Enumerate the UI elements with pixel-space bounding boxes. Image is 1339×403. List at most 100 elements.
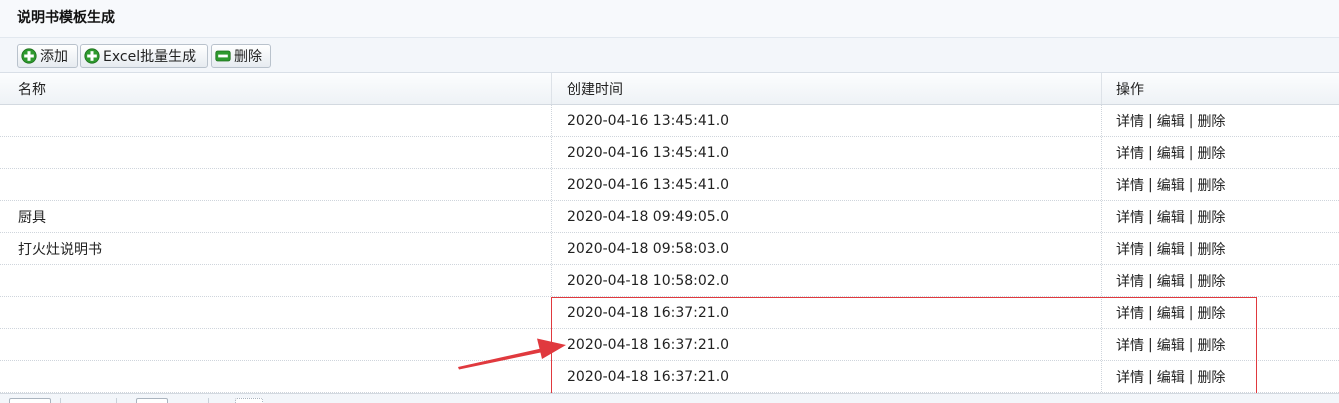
plus-icon xyxy=(84,48,100,64)
cell-actions: 详情 | 编辑 | 删除 xyxy=(1101,137,1339,168)
delete-link[interactable]: 删除 xyxy=(1197,207,1225,227)
action-separator: | xyxy=(1148,304,1153,321)
page-number-input[interactable] xyxy=(136,398,168,403)
cell-created-time: 2020-04-18 16:37:21.0 xyxy=(551,329,1101,360)
edit-link[interactable]: 编辑 xyxy=(1157,239,1185,259)
delete-button-label: 删除 xyxy=(234,49,262,65)
cell-actions: 详情 | 编辑 | 删除 xyxy=(1101,297,1339,328)
column-header-name[interactable]: 名称 xyxy=(0,73,551,104)
table-row[interactable]: 厨具 2020-04-18 09:49:05.0 详情 | 编辑 | 删除 xyxy=(0,201,1339,233)
action-separator: | xyxy=(1148,336,1153,353)
detail-link[interactable]: 详情 xyxy=(1116,367,1144,387)
action-separator: | xyxy=(1188,176,1194,193)
table-row[interactable]: 2020-04-18 16:37:21.0 详情 | 编辑 | 删除 xyxy=(0,361,1339,393)
cell-actions: 详情 | 编辑 | 删除 xyxy=(1101,169,1339,200)
table-header: 名称 创建时间 操作 xyxy=(0,73,1339,105)
cell-name: 厨具 xyxy=(18,209,46,226)
cell-name xyxy=(0,105,551,136)
action-separator: | xyxy=(1188,240,1194,257)
edit-link[interactable]: 编辑 xyxy=(1157,111,1185,131)
detail-link[interactable]: 详情 xyxy=(1116,143,1144,163)
cell-actions: 详情 | 编辑 | 删除 xyxy=(1101,201,1339,232)
delete-link[interactable]: 删除 xyxy=(1197,111,1225,131)
delete-link[interactable]: 删除 xyxy=(1197,175,1225,195)
cell-actions: 详情 | 编辑 | 删除 xyxy=(1101,329,1339,360)
page-title: 说明书模板生成 xyxy=(17,10,115,26)
cell-name xyxy=(0,329,551,360)
cell-name xyxy=(0,137,551,168)
delete-link[interactable]: 删除 xyxy=(1197,239,1225,259)
excel-batch-button-label: Excel批量生成 xyxy=(103,49,197,65)
detail-link[interactable]: 详情 xyxy=(1116,239,1144,259)
data-table: 名称 创建时间 操作 2020-04-16 13:45:41.0 详情 | 编辑 | 删除… xyxy=(0,73,1339,393)
cell-created-time: 2020-04-18 16:37:21.0 xyxy=(551,361,1101,392)
column-header-actions: 操作 xyxy=(1101,73,1339,104)
edit-link[interactable]: 编辑 xyxy=(1157,367,1185,387)
cell-actions: 详情 | 编辑 | 删除 xyxy=(1101,265,1339,296)
detail-link[interactable]: 详情 xyxy=(1116,303,1144,323)
title-bar: 说明书模板生成 xyxy=(0,0,1339,38)
detail-link[interactable]: 详情 xyxy=(1116,335,1144,355)
table-row[interactable]: 2020-04-16 13:45:41.0 详情 | 编辑 | 删除 xyxy=(0,105,1339,137)
plus-icon xyxy=(21,48,37,64)
table-row[interactable]: 2020-04-18 10:58:02.0 详情 | 编辑 | 删除 xyxy=(0,265,1339,297)
cell-name: 打火灶说明书 xyxy=(18,241,102,258)
delete-link[interactable]: 删除 xyxy=(1197,335,1225,355)
cell-name xyxy=(0,297,551,328)
table-row[interactable]: 2020-04-18 16:37:21.0 详情 | 编辑 | 删除 xyxy=(0,297,1339,329)
action-separator: | xyxy=(1188,208,1194,225)
action-separator: | xyxy=(1148,368,1153,385)
excel-batch-button[interactable]: Excel批量生成 xyxy=(80,44,208,68)
pagination-bar xyxy=(0,393,1339,403)
cell-created-time: 2020-04-16 13:45:41.0 xyxy=(551,137,1101,168)
edit-link[interactable]: 编辑 xyxy=(1157,143,1185,163)
table-row[interactable]: 2020-04-16 13:45:41.0 详情 | 编辑 | 删除 xyxy=(0,137,1339,169)
edit-link[interactable]: 编辑 xyxy=(1157,335,1185,355)
cell-name xyxy=(0,361,551,392)
cell-created-time: 2020-04-18 16:37:21.0 xyxy=(551,297,1101,328)
cell-actions: 详情 | 编辑 | 删除 xyxy=(1101,361,1339,392)
delete-link[interactable]: 删除 xyxy=(1197,367,1225,387)
action-separator: | xyxy=(1188,304,1194,321)
cell-actions: 详情 | 编辑 | 删除 xyxy=(1101,233,1339,264)
minus-icon xyxy=(215,50,231,62)
cell-name xyxy=(0,265,551,296)
detail-link[interactable]: 详情 xyxy=(1116,111,1144,131)
detail-link[interactable]: 详情 xyxy=(1116,207,1144,227)
action-separator: | xyxy=(1148,240,1153,257)
pager-divider xyxy=(60,398,61,403)
cell-created-time: 2020-04-18 10:58:02.0 xyxy=(551,265,1101,296)
action-separator: | xyxy=(1148,176,1153,193)
table-row[interactable]: 2020-04-16 13:45:41.0 详情 | 编辑 | 删除 xyxy=(0,169,1339,201)
page: 说明书模板生成 添加 Excel批量生成 删除 名称 创建时间 操作 2020-… xyxy=(0,0,1339,403)
detail-link[interactable]: 详情 xyxy=(1116,271,1144,291)
detail-link[interactable]: 详情 xyxy=(1116,175,1144,195)
pager-divider xyxy=(116,398,117,403)
cell-created-time: 2020-04-18 09:58:03.0 xyxy=(551,233,1101,264)
delete-button[interactable]: 删除 xyxy=(211,44,271,68)
table-row[interactable]: 打火灶说明书 2020-04-18 09:58:03.0 详情 | 编辑 | 删除 xyxy=(0,233,1339,265)
delete-link[interactable]: 删除 xyxy=(1197,303,1225,323)
page-size-select[interactable] xyxy=(9,398,51,403)
action-separator: | xyxy=(1188,336,1194,353)
delete-link[interactable]: 删除 xyxy=(1197,143,1225,163)
action-separator: | xyxy=(1148,144,1153,161)
cell-actions: 详情 | 编辑 | 删除 xyxy=(1101,105,1339,136)
edit-link[interactable]: 编辑 xyxy=(1157,207,1185,227)
column-header-created[interactable]: 创建时间 xyxy=(551,73,1101,104)
edit-link[interactable]: 编辑 xyxy=(1157,175,1185,195)
edit-link[interactable]: 编辑 xyxy=(1157,303,1185,323)
action-separator: | xyxy=(1148,272,1153,289)
action-separator: | xyxy=(1188,368,1194,385)
refresh-button[interactable] xyxy=(235,398,263,403)
toolbar: 添加 Excel批量生成 删除 xyxy=(0,38,1339,73)
cell-created-time: 2020-04-16 13:45:41.0 xyxy=(551,169,1101,200)
table-row[interactable]: 2020-04-18 16:37:21.0 详情 | 编辑 | 删除 xyxy=(0,329,1339,361)
action-separator: | xyxy=(1188,144,1194,161)
add-button-label: 添加 xyxy=(40,49,68,65)
action-separator: | xyxy=(1148,208,1153,225)
cell-created-time: 2020-04-16 13:45:41.0 xyxy=(551,105,1101,136)
add-button[interactable]: 添加 xyxy=(17,44,78,68)
edit-link[interactable]: 编辑 xyxy=(1157,271,1185,291)
delete-link[interactable]: 删除 xyxy=(1197,271,1225,291)
